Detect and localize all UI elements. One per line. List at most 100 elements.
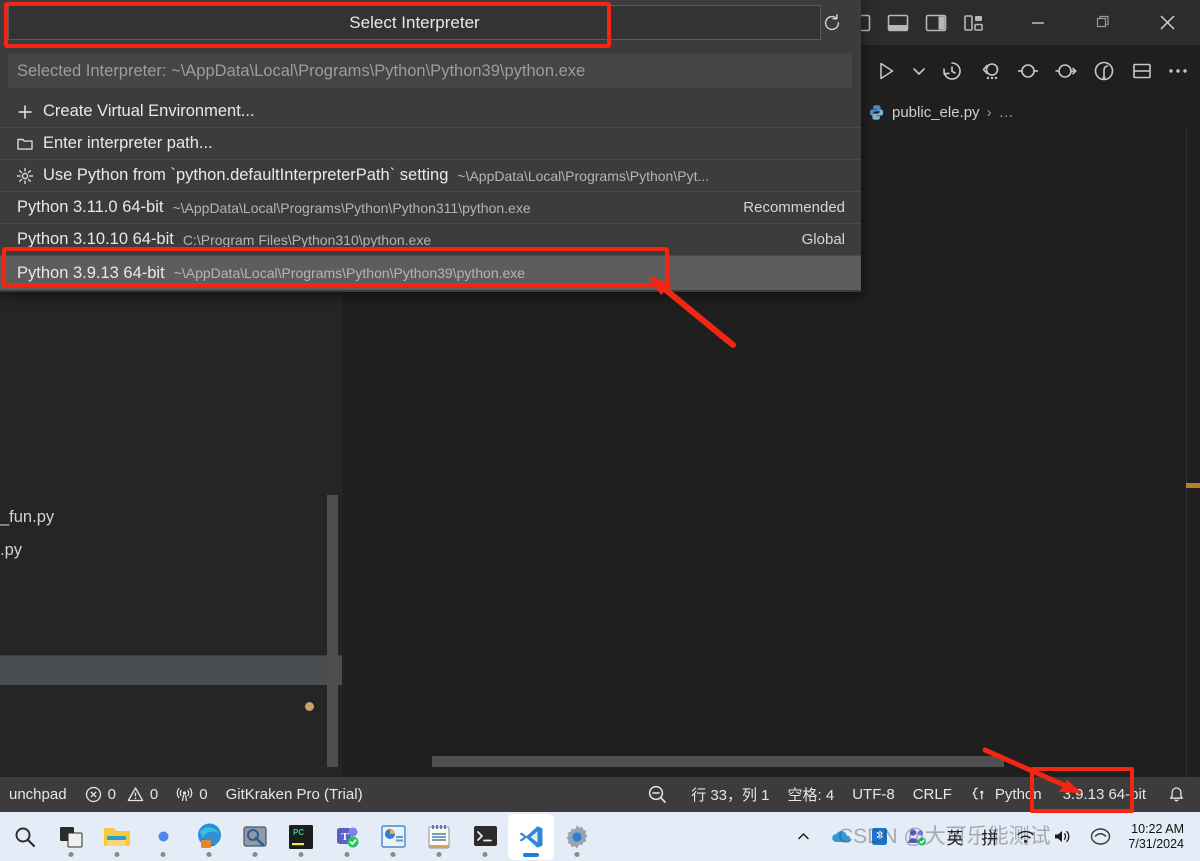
task-view-icon[interactable] xyxy=(48,814,94,860)
taskbar-apps: PC T xyxy=(0,813,600,860)
settings-icon[interactable] xyxy=(554,814,600,860)
breadcrumb-ellipsis[interactable]: … xyxy=(999,104,1014,121)
status-eol[interactable]: CRLF xyxy=(904,777,961,812)
running-indicator xyxy=(482,851,488,857)
show-hidden-icons-icon[interactable] xyxy=(787,812,820,861)
status-notifications[interactable] xyxy=(1158,777,1200,812)
status-indentation[interactable]: 空格: 4 xyxy=(779,777,844,812)
chevron-down-icon[interactable] xyxy=(912,59,926,83)
status-launchpad[interactable]: unchpad xyxy=(0,777,76,812)
quickpick-item-description: ~\AppData\Local\Programs\Python\Pyt... xyxy=(457,167,710,184)
run-by-line-icon[interactable] xyxy=(978,59,1002,83)
refresh-icon[interactable] xyxy=(817,8,847,38)
quickpick-input-row: Select Interpreter xyxy=(0,0,861,45)
microsoft-365-icon[interactable] xyxy=(140,814,186,860)
powerpoint-icon[interactable] xyxy=(370,814,416,860)
explorer-scrollbar[interactable] xyxy=(327,495,338,767)
run-icon[interactable] xyxy=(874,59,898,83)
window-close-button[interactable] xyxy=(1144,0,1190,45)
running-indicator xyxy=(206,851,212,857)
breadcrumb-file-name[interactable]: public_ele.py xyxy=(892,104,980,121)
quickpick-item-description: C:\Program Files\Python310\python.exe xyxy=(182,231,432,248)
editor-horizontal-scrollbar[interactable] xyxy=(432,756,1004,767)
running-indicator xyxy=(344,851,350,857)
toggle-panel-icon[interactable] xyxy=(887,13,909,33)
svg-text:PC: PC xyxy=(293,828,304,837)
bell-icon xyxy=(1167,785,1186,804)
file-explorer-icon[interactable] xyxy=(94,814,140,860)
quickpick-item-python-3913[interactable]: Python 3.9.13 64-bit ~\AppData\Local\Pro… xyxy=(0,256,861,290)
status-indentation-label: 空格: 4 xyxy=(787,787,835,804)
status-language-mode[interactable]: Python xyxy=(961,777,1051,812)
quickpick-item-python-31010[interactable]: Python 3.10.10 64-bit C:\Program Files\P… xyxy=(0,224,861,256)
snipaste-icon[interactable] xyxy=(232,814,278,860)
quickpick-item-python-311[interactable]: Python 3.11.0 64-bit ~\AppData\Local\Pro… xyxy=(0,192,861,224)
explorer-file-item[interactable]: _fun.py xyxy=(0,508,54,527)
status-gitkraken-label: GitKraken Pro (Trial) xyxy=(225,786,363,803)
pycharm-icon[interactable]: PC xyxy=(278,814,324,860)
watermark: CSDN @大可乐能测试 xyxy=(838,825,1051,848)
breadcrumb-separator: › xyxy=(986,103,992,121)
screen: › public_ele.py › … _fun.py .py xyxy=(0,0,1200,861)
status-ports-count: 0 xyxy=(199,786,208,803)
customize-layout-icon[interactable] xyxy=(963,13,985,33)
quickpick-item-label: Python 3.10.10 64-bit xyxy=(17,230,174,248)
status-gitkraken[interactable]: GitKraken Pro (Trial) xyxy=(217,777,372,812)
window-minimize-button[interactable] xyxy=(1015,0,1061,45)
quickpick-title[interactable]: Select Interpreter xyxy=(8,5,821,40)
status-interpreter-label: 3.9.13 64-bit xyxy=(1062,786,1146,803)
status-encoding-label: UTF-8 xyxy=(852,786,895,803)
status-python-interpreter[interactable]: 3.9.13 64-bit xyxy=(1051,777,1158,812)
status-cursor-position[interactable]: 行 33，列 1 xyxy=(682,777,778,812)
vscode-icon[interactable] xyxy=(508,813,554,860)
editor-actions xyxy=(1166,45,1190,97)
editor-overview-ruler[interactable] xyxy=(1186,127,1200,777)
quickpick-item-create-venv[interactable]: Create Virtual Environment... xyxy=(0,96,861,128)
quickpick-item-label: Enter interpreter path... xyxy=(43,134,213,152)
step-over-icon[interactable] xyxy=(1054,59,1078,83)
select-interpreter-quickpick[interactable]: Select Interpreter Selected Interpreter:… xyxy=(0,0,861,292)
running-indicator xyxy=(390,851,396,857)
running-indicator xyxy=(436,851,442,857)
layout-controls xyxy=(849,0,985,45)
quickpick-selected-interpreter: Selected Interpreter: ~\AppData\Local\Pr… xyxy=(8,54,852,88)
modified-indicator-dot xyxy=(305,702,314,711)
quickpick-item-default-path-setting[interactable]: Use Python from `python.defaultInterpret… xyxy=(0,160,861,192)
status-problems[interactable]: 0 0 xyxy=(76,777,168,812)
status-bar: unchpad 0 0 0 GitKraken Pro (Trial) 行 33… xyxy=(0,777,1200,812)
status-zoom-out-button[interactable] xyxy=(633,777,682,812)
status-cursor-position-label: 行 33，列 1 xyxy=(691,787,770,804)
run-history-icon[interactable] xyxy=(940,59,964,83)
explorer-collapsed-section[interactable] xyxy=(0,656,342,685)
toggle-secondary-sidebar-icon[interactable] xyxy=(925,13,947,33)
status-error-count: 0 xyxy=(107,786,116,803)
microsoft-teams-icon[interactable]: T xyxy=(324,814,370,860)
warning-triangle-icon xyxy=(127,786,144,803)
ruler-divider xyxy=(1186,127,1187,777)
status-language-label: Python xyxy=(994,786,1042,803)
folder-icon xyxy=(16,135,34,153)
radio-tower-icon xyxy=(176,786,193,803)
split-editor-icon[interactable] xyxy=(1130,59,1154,83)
running-indicator xyxy=(160,851,166,857)
debug-icon[interactable] xyxy=(1092,59,1116,83)
window-restore-button[interactable] xyxy=(1080,0,1126,45)
terminal-icon[interactable] xyxy=(462,814,508,860)
quickpick-item-badge: Recommended xyxy=(743,199,845,216)
quickpick-item-badge: Global xyxy=(801,231,845,248)
notepad-icon[interactable] xyxy=(416,814,462,860)
running-indicator xyxy=(298,851,304,857)
editor-actions-list xyxy=(874,45,1154,97)
microsoft-edge-icon[interactable] xyxy=(186,814,232,860)
explorer-file-item[interactable]: .py xyxy=(0,541,22,560)
quickpick-item-description: ~\AppData\Local\Programs\Python\Python31… xyxy=(172,199,531,216)
search-icon[interactable] xyxy=(2,814,48,860)
status-encoding[interactable]: UTF-8 xyxy=(843,777,904,812)
quickpick-item-enter-path[interactable]: Enter interpreter path... xyxy=(0,128,861,160)
status-ports[interactable]: 0 xyxy=(167,777,216,812)
more-actions-icon[interactable] xyxy=(1166,59,1190,83)
quickpick-item-label: Python 3.9.13 64-bit xyxy=(17,263,165,282)
step-icon[interactable] xyxy=(1016,59,1040,83)
running-indicator xyxy=(114,851,120,857)
zoom-out-icon xyxy=(647,784,668,805)
